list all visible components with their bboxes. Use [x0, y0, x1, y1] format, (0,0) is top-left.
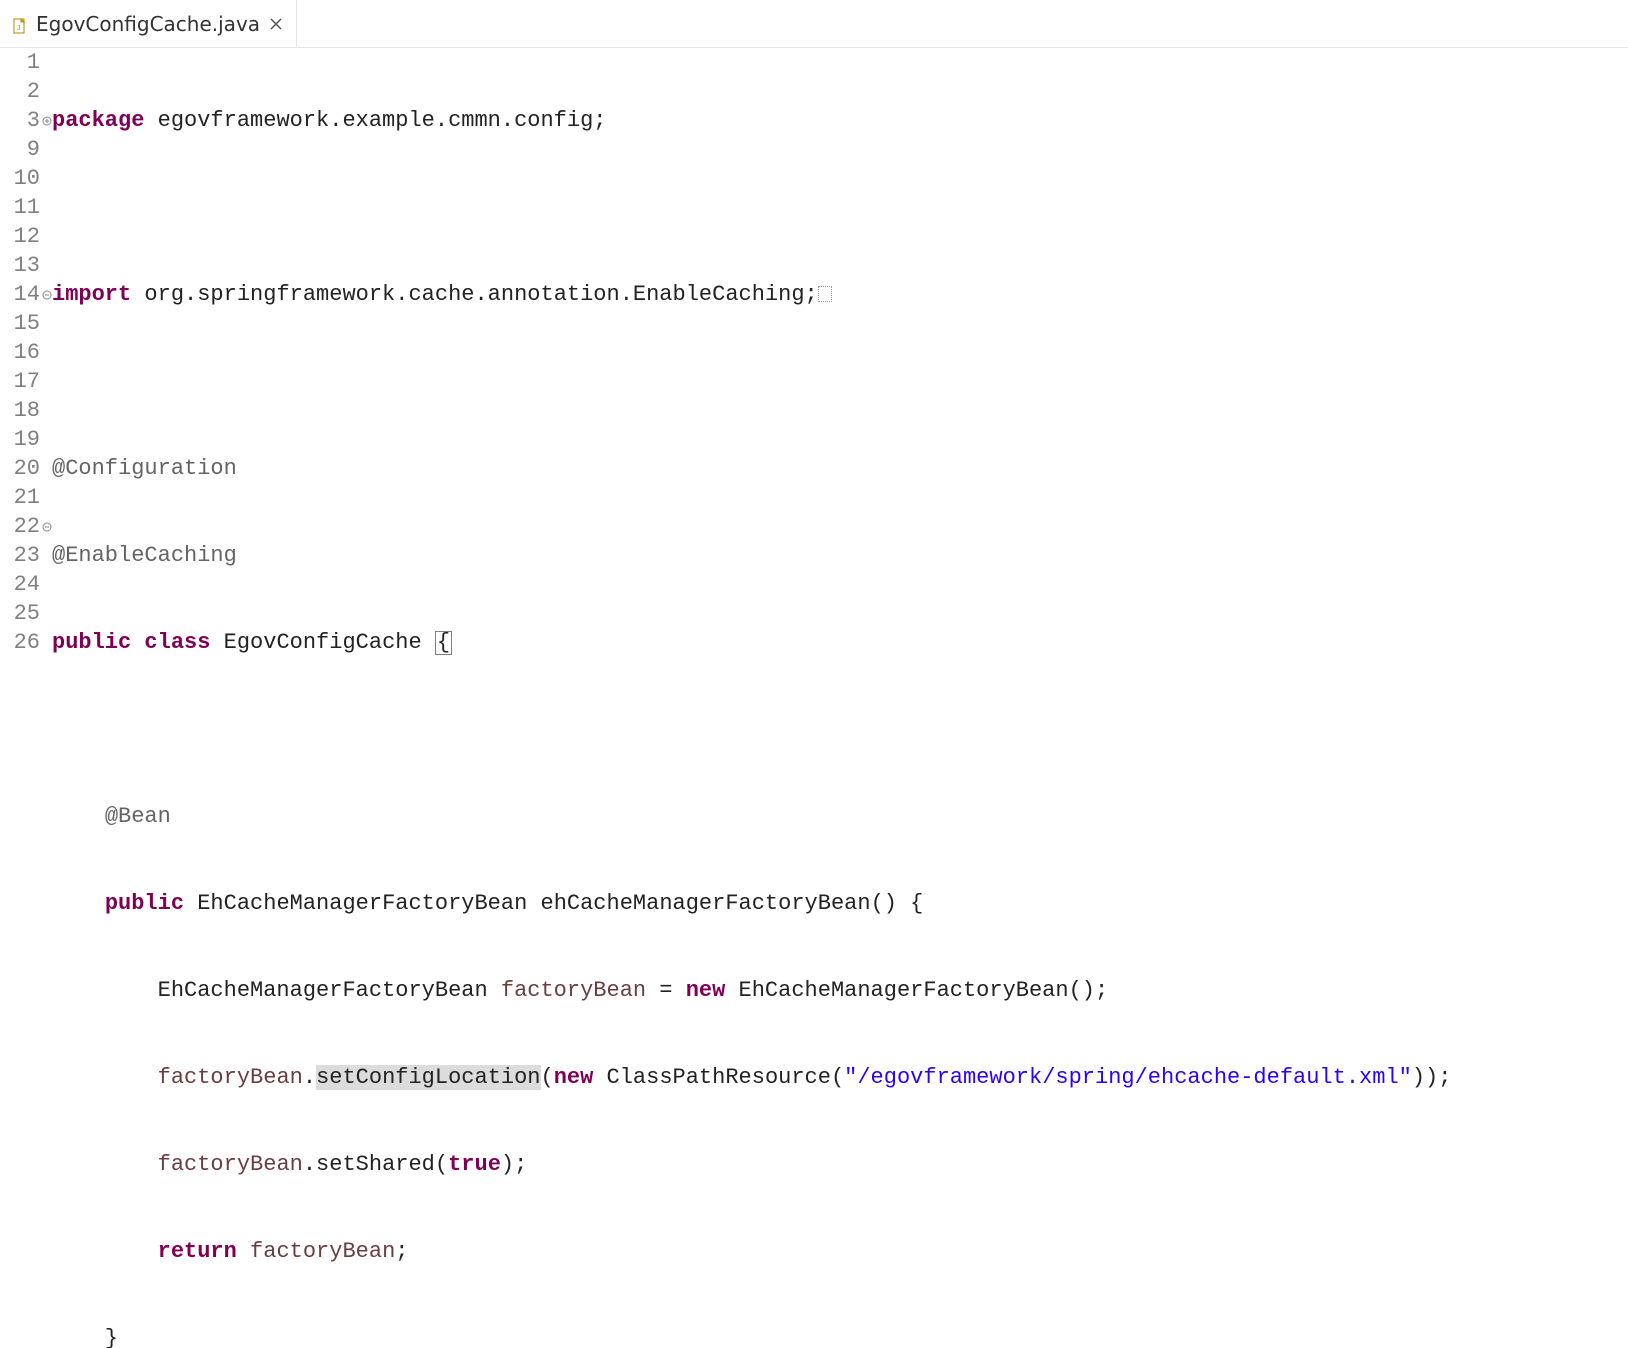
java-file-icon: J	[12, 16, 28, 32]
editor-tab[interactable]: J EgovConfigCache.java	[0, 0, 297, 47]
keyword-new: new	[686, 978, 726, 1003]
line-number: 21	[0, 483, 40, 512]
local-var: factoryBean	[501, 978, 646, 1003]
import-path: org.springframework.cache.annotation.Ena…	[131, 282, 818, 307]
svg-text:J: J	[17, 25, 21, 32]
annotation-enablecaching: @EnableCaching	[52, 543, 237, 568]
keyword-new: new	[554, 1065, 594, 1090]
line-number: 1	[0, 48, 40, 77]
line-number: 2	[0, 77, 40, 106]
keyword-class: class	[144, 630, 210, 655]
line-number: 22	[0, 512, 40, 541]
line-number: 19	[0, 425, 40, 454]
fold-collapse-icon[interactable]	[40, 288, 54, 302]
keyword-public: public	[105, 891, 184, 916]
line-number: 13	[0, 251, 40, 280]
line-number: 10	[0, 164, 40, 193]
annotation-configuration: @Configuration	[52, 456, 237, 481]
line-number: 18	[0, 396, 40, 425]
line-number: 15	[0, 309, 40, 338]
close-icon[interactable]	[268, 16, 284, 32]
line-number: 14	[0, 280, 40, 309]
fold-expand-icon[interactable]	[40, 114, 54, 128]
keyword-package: package	[52, 108, 144, 133]
editor-area[interactable]: 1 2 3 9 10 11 12 13 14 15 16 17 18 19 20…	[0, 48, 1628, 1348]
class-name: EgovConfigCache	[210, 630, 434, 655]
matched-brace: {	[435, 631, 452, 655]
line-number: 16	[0, 338, 40, 367]
line-number: 26	[0, 628, 40, 657]
line-number: 17	[0, 367, 40, 396]
folded-imports-icon[interactable]	[818, 286, 832, 302]
line-number: 23	[0, 541, 40, 570]
line-number: 3	[0, 106, 40, 135]
local-var: factoryBean	[250, 1239, 395, 1264]
code-content[interactable]: package egovframework.example.cmmn.confi…	[44, 48, 1628, 1348]
fold-collapse-icon[interactable]	[40, 520, 54, 534]
string-literal: "/egovframework/spring/ehcache-default.x…	[844, 1065, 1412, 1090]
close-brace: }	[52, 1326, 118, 1348]
tab-bar: J EgovConfigCache.java	[0, 0, 1628, 48]
highlighted-method: setConfigLocation	[316, 1065, 540, 1090]
method-name: ehCacheManagerFactoryBean	[541, 891, 871, 916]
package-name: egovframework.example.cmmn.config;	[144, 108, 606, 133]
line-number-gutter: 1 2 3 9 10 11 12 13 14 15 16 17 18 19 20…	[0, 48, 44, 1348]
line-number: 20	[0, 454, 40, 483]
keyword-return: return	[158, 1239, 237, 1264]
line-number: 25	[0, 599, 40, 628]
local-var: factoryBean	[158, 1152, 303, 1177]
line-number: 11	[0, 193, 40, 222]
local-var: factoryBean	[158, 1065, 303, 1090]
line-number: 12	[0, 222, 40, 251]
tab-filename: EgovConfigCache.java	[36, 12, 260, 36]
annotation-bean: @Bean	[105, 804, 171, 829]
line-number: 9	[0, 135, 40, 164]
line-number: 24	[0, 570, 40, 599]
return-type: EhCacheManagerFactoryBean	[184, 891, 540, 916]
keyword-true: true	[448, 1152, 501, 1177]
keyword-public: public	[52, 630, 131, 655]
keyword-import: import	[52, 282, 131, 307]
